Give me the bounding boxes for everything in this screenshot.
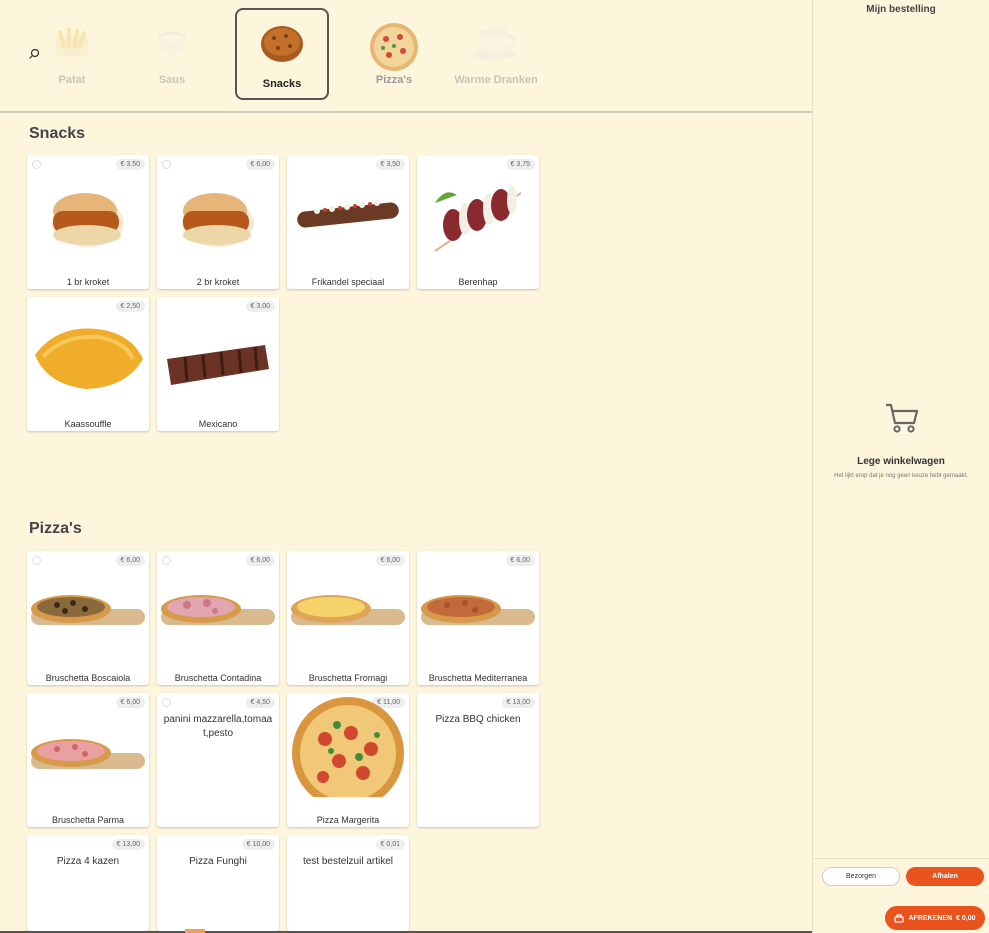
pizza-icon [370, 23, 418, 71]
product-name: Kaassouffle [64, 419, 112, 429]
coffee-cup-icon [472, 28, 516, 60]
category-label: Patat [58, 74, 86, 86]
product-name: 1 br kroket [66, 277, 110, 287]
product-card[interactable]: € 10,00 Pizza Funghi [157, 835, 279, 931]
product-name: Bruschetta Contadina [174, 673, 262, 683]
product-card[interactable]: € 3,50 1 br kroket [27, 155, 149, 289]
price-badge: € 3,00 [245, 301, 275, 312]
product-name: Bruschetta Parma [51, 815, 125, 825]
price-badge: € 2,50 [115, 301, 145, 312]
price-badge: € 6,00 [115, 555, 145, 566]
product-card[interactable]: € 13,00 Pizza BBQ chicken [417, 693, 539, 827]
bezorgen-button[interactable]: Bezorgen [822, 867, 900, 886]
bruschetta-image [31, 595, 145, 625]
price-badge: € 3,75 [505, 159, 535, 170]
info-icon[interactable] [32, 556, 41, 565]
product-card[interactable]: € 6,00 Bruschetta Contadina [157, 551, 279, 685]
empty-cart-title: Lege winkelwagen [857, 456, 945, 467]
kroket-bun-image [182, 193, 254, 247]
product-card[interactable]: € 4,50 panini mazzarella,tomaat,pesto [157, 693, 279, 827]
product-name: test bestelzuil artikel [302, 856, 394, 867]
info-icon[interactable] [32, 160, 41, 169]
category-pizzas[interactable]: Pizza's [347, 8, 441, 100]
scroll-indicator [185, 929, 205, 933]
kaassouffle-image [35, 328, 143, 389]
section-title-pizzas: Pizza's [29, 520, 82, 537]
order-total: € 0,00 [956, 914, 976, 922]
bruschetta-image [31, 739, 145, 769]
product-card[interactable]: € 3,50 Frikandel speciaal [287, 155, 409, 289]
price-badge: € 6,00 [245, 159, 275, 170]
frikandel-image [297, 200, 399, 228]
berenhap-skewer-image [434, 186, 522, 252]
product-card[interactable]: € 3,75 Berenhap [417, 155, 539, 289]
bruschetta-image [291, 595, 405, 625]
price-badge: € 6,00 [245, 555, 275, 566]
bruschetta-image [421, 595, 535, 625]
product-name: panini mazzarella,tomaat,pesto [163, 714, 273, 739]
price-badge: € 6,00 [375, 555, 405, 566]
category-snacks[interactable]: Snacks [235, 8, 329, 100]
shopping-cart-icon [886, 403, 919, 433]
product-name: Pizza Funghi [189, 856, 247, 867]
category-label: Warme Dranken [454, 74, 538, 86]
price-badge: € 10,00 [241, 839, 275, 850]
section-title-snacks: Snacks [29, 125, 86, 142]
mexicano-image [167, 345, 269, 385]
category-bar: Patat Saus Snacks Pizza's Warme Dranken [0, 0, 812, 113]
product-name: Berenhap [458, 277, 498, 287]
product-name: Frikandel speciaal [311, 277, 385, 287]
product-card[interactable]: € 6,00 Bruschetta Fromagi [287, 551, 409, 685]
product-name: Bruschetta Mediterranea [428, 673, 528, 683]
checkout-icon [894, 913, 905, 923]
afrekenen-label: AFREKENEN [908, 914, 953, 922]
price-badge: € 6,00 [115, 697, 145, 708]
product-card[interactable]: € 6,00 Bruschetta Parma [27, 693, 149, 827]
price-badge: € 3,50 [115, 159, 145, 170]
product-card[interactable]: € 6,00 Bruschetta Boscaiola [27, 551, 149, 685]
empty-cart-subtitle: Het lijkt erop dat je nog geen keuze heb… [834, 473, 968, 479]
info-icon[interactable] [162, 556, 171, 565]
sidebar-title: Mijn bestelling [866, 4, 936, 15]
product-name: Pizza 4 kazen [56, 856, 120, 867]
category-label: Snacks [262, 78, 302, 90]
price-badge: € 13,00 [111, 839, 145, 850]
bruschetta-image [161, 595, 275, 625]
product-name: Pizza Margerita [316, 815, 380, 825]
category-label: Pizza's [375, 74, 413, 86]
afhalen-button[interactable]: Afhalen [906, 867, 984, 886]
price-badge: € 4,50 [245, 697, 275, 708]
price-badge: € 13,00 [501, 697, 535, 708]
category-label: Saus [158, 74, 186, 86]
order-sidebar: Mijn bestelling Lege winkelwagen Het lij… [812, 0, 989, 933]
product-name: 2 br kroket [196, 277, 240, 287]
sauce-cup-icon [158, 32, 186, 55]
pizza-margerita-image [292, 697, 404, 797]
product-card[interactable]: € 6,00 Bruschetta Mediterranea [417, 551, 539, 685]
product-name: Bruschetta Fromagi [308, 673, 388, 683]
product-card[interactable]: € 6,00 2 br kroket [157, 155, 279, 289]
product-name: Pizza BBQ chicken [435, 714, 521, 725]
snack-ball-icon [261, 26, 303, 62]
afrekenen-button[interactable]: AFREKENEN € 0,00 [885, 906, 985, 930]
product-name: Bruschetta Boscaiola [45, 673, 131, 683]
category-patat[interactable]: Patat [25, 8, 119, 100]
price-badge: € 6,00 [505, 555, 535, 566]
sidebar-divider [813, 858, 989, 859]
product-card[interactable]: € 11,00 Pizza Margerita [287, 693, 409, 827]
product-card[interactable]: € 2,50 Kaassouffle [27, 297, 149, 431]
product-card[interactable]: € 0,01 test bestelzuil artikel [287, 835, 409, 931]
product-card[interactable]: € 3,00 Mexicano [157, 297, 279, 431]
fries-icon [56, 28, 88, 56]
price-badge: € 3,50 [375, 159, 405, 170]
info-icon[interactable] [162, 160, 171, 169]
kroket-bun-image [52, 193, 124, 247]
category-warme-dranken[interactable]: Warme Dranken [449, 8, 543, 100]
price-badge: € 0,01 [375, 839, 405, 850]
product-name: Mexicano [198, 419, 238, 429]
info-icon[interactable] [162, 698, 171, 707]
product-card[interactable]: € 13,00 Pizza 4 kazen [27, 835, 149, 931]
category-saus[interactable]: Saus [125, 8, 219, 100]
